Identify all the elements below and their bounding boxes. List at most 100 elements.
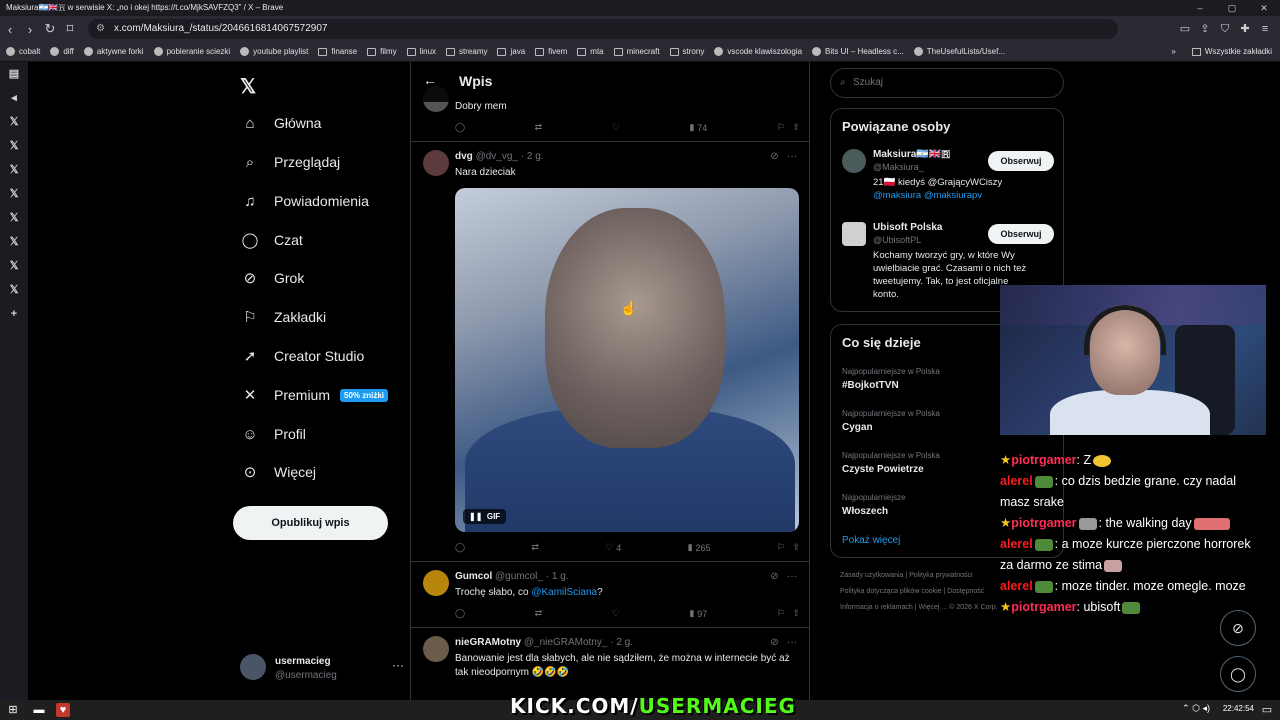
bookmark-icon[interactable]: ⚐ ⇧: [777, 542, 800, 553]
post-handle[interactable]: @gumcol_: [495, 571, 543, 582]
x-tab-icon[interactable]: 𝕏: [0, 110, 28, 134]
x-logo-icon[interactable]: 𝕏: [240, 74, 256, 99]
extension-icon[interactable]: ✚: [1238, 22, 1252, 36]
footer-link[interactable]: Polityka dotycząca plików cookie: [840, 588, 942, 595]
post-time[interactable]: 2 g.: [527, 151, 544, 162]
pause-icon[interactable]: ❚❚: [469, 512, 482, 521]
brave-browser-icon[interactable]: ♥: [56, 703, 70, 717]
bookmark-folder[interactable]: minecraft: [613, 47, 660, 56]
grok-icon[interactable]: ⊘: [770, 637, 778, 648]
post-media-gif[interactable]: ❚❚ GIF: [455, 188, 799, 532]
bookmark-item[interactable]: vscode klawiszologia: [714, 47, 802, 56]
views-button[interactable]: ▮ 74: [689, 122, 707, 133]
menu-icon[interactable]: ≡: [1258, 22, 1272, 36]
windows-start-icon[interactable]: ⊞: [6, 703, 20, 717]
speaker-icon[interactable]: ◂: [0, 86, 28, 110]
show-more-link[interactable]: Pokaż więcej: [842, 535, 900, 546]
notifications-icon[interactable]: ▭: [1260, 703, 1274, 717]
search-input[interactable]: ⌕ Szukaj: [830, 68, 1064, 98]
nav-profile[interactable]: ☺ Profil: [240, 419, 306, 449]
bookmark-folder[interactable]: strony: [669, 47, 704, 56]
post-author[interactable]: Gumcol: [455, 571, 492, 582]
like-icon[interactable]: ♡: [612, 608, 620, 619]
like-button[interactable]: ♡ 4: [605, 542, 621, 553]
bookmark-item[interactable]: youtube playlist: [240, 47, 308, 56]
reply-icon[interactable]: ◯: [455, 608, 465, 619]
nav-creator-studio[interactable]: ➚ Creator Studio: [240, 341, 365, 371]
footer-link[interactable]: Więcej ...: [918, 604, 947, 611]
chat-fab-icon[interactable]: ◯: [1220, 656, 1256, 692]
x-tab-icon[interactable]: 𝕏: [0, 254, 28, 278]
footer-link[interactable]: Zasady użytkowania: [840, 572, 903, 579]
x-tab-icon[interactable]: 𝕏: [0, 206, 28, 230]
site-info-icon[interactable]: ⚙: [96, 19, 105, 39]
sidebar-panel-icon[interactable]: ▤: [0, 62, 28, 86]
mention-link[interactable]: @KamilSciana: [531, 587, 597, 598]
footer-link[interactable]: Informacja o reklamach: [840, 604, 913, 611]
grok-icon[interactable]: ⊘: [770, 571, 778, 582]
follow-button[interactable]: Obserwuj: [988, 151, 1054, 171]
bookmark-item[interactable]: pobieranie sciezki: [153, 47, 230, 56]
back-icon[interactable]: ‹: [0, 22, 20, 37]
more-dots-icon[interactable]: ···: [787, 637, 797, 648]
reply-icon[interactable]: ◯: [455, 542, 465, 553]
grok-fab-icon[interactable]: ⊘: [1220, 610, 1256, 646]
add-tab-icon[interactable]: +: [0, 302, 28, 326]
bookmark-folder[interactable]: streamy: [446, 47, 487, 56]
post-handle[interactable]: @_nieGRAMotny_: [524, 637, 608, 648]
x-tab-icon[interactable]: 𝕏: [0, 134, 28, 158]
bookmark-icon[interactable]: ⚐ ⇧: [777, 608, 800, 619]
nav-chat[interactable]: ◯ Czat: [240, 225, 303, 255]
brave-shield-icon[interactable]: ⛉: [1218, 22, 1232, 36]
reply-icon[interactable]: ◯: [455, 122, 465, 133]
bookmark-item[interactable]: aktywne forki: [83, 47, 144, 56]
repost-icon[interactable]: ⇄: [535, 608, 543, 619]
bookmark-item[interactable]: diff: [50, 47, 74, 56]
post-time[interactable]: 1 g.: [552, 571, 569, 582]
address-bar[interactable]: ⚙ x.com/Maksiura_/status/204661681406757…: [88, 19, 1118, 39]
more-dots-icon[interactable]: ···: [392, 658, 404, 672]
bookmark-item[interactable]: TheUsefulLists/Usef...: [913, 47, 1005, 56]
x-tab-icon[interactable]: 𝕏: [0, 230, 28, 254]
clock[interactable]: 22:42:54: [1223, 704, 1254, 713]
share-icon[interactable]: ⇪: [1198, 22, 1212, 36]
back-arrow-icon[interactable]: ←: [423, 72, 437, 88]
post-button[interactable]: Opublikuj wpis: [233, 506, 388, 540]
footer-link[interactable]: Dostępność: [947, 588, 984, 595]
bookmark-folder[interactable]: linux: [406, 47, 436, 56]
post[interactable]: Gumcol @gumcol_ · 1 g. ⊘ ··· Trochę słab…: [411, 562, 809, 628]
install-icon[interactable]: ▭: [1178, 22, 1192, 36]
views-button[interactable]: ▮ 97: [689, 608, 707, 619]
bookmark-icon[interactable]: ⚐ ⇧: [777, 122, 800, 133]
repost-icon[interactable]: ⇄: [535, 122, 543, 133]
account-switcher[interactable]: usermacieg @usermacieg ···: [238, 652, 408, 686]
bookmark-item[interactable]: Bits UI – Headless c...: [812, 47, 904, 56]
reload-icon[interactable]: ↻: [40, 21, 60, 37]
nav-home[interactable]: ⌂ Główna: [240, 108, 321, 138]
maximize-icon[interactable]: ▢: [1216, 0, 1248, 16]
all-bookmarks[interactable]: » Wszystkie zakładki: [1171, 42, 1272, 62]
nav-premium[interactable]: ✕ Premium 50% zniżki: [240, 380, 389, 410]
nav-grok[interactable]: ⊘ Grok: [240, 263, 305, 293]
nav-more[interactable]: ⊙ Więcej: [240, 457, 316, 487]
more-dots-icon[interactable]: ···: [787, 571, 797, 582]
close-icon[interactable]: ✕: [1248, 0, 1280, 16]
chevron-right-icon[interactable]: »: [1171, 42, 1175, 62]
x-tab-icon[interactable]: 𝕏: [0, 278, 28, 302]
forward-icon[interactable]: ›: [20, 22, 40, 37]
x-tab-icon[interactable]: 𝕏: [0, 158, 28, 182]
views-button[interactable]: ▮ 265: [688, 542, 711, 553]
bookmark-folder[interactable]: java: [497, 47, 525, 56]
post[interactable]: dvg @dv_vg_ · 2 g. ⊘ ··· Nara dzieciak ❚…: [411, 142, 809, 562]
nav-bookmarks[interactable]: ⚐ Zakładki: [240, 302, 326, 332]
follow-button[interactable]: Obserwuj: [988, 224, 1054, 244]
repost-icon[interactable]: ⇄: [531, 542, 539, 553]
grok-icon[interactable]: ⊘: [770, 151, 778, 162]
bookmark-folder[interactable]: finanse: [318, 47, 357, 56]
nav-explore[interactable]: ⌕ Przeglądaj: [240, 147, 340, 177]
like-icon[interactable]: ♡: [612, 122, 620, 133]
bookmark-page-icon[interactable]: ⌑: [60, 21, 80, 37]
bookmark-folder[interactable]: mta: [577, 47, 604, 56]
post-time[interactable]: 2 g.: [616, 637, 633, 648]
bookmark-folder[interactable]: fivem: [535, 47, 567, 56]
